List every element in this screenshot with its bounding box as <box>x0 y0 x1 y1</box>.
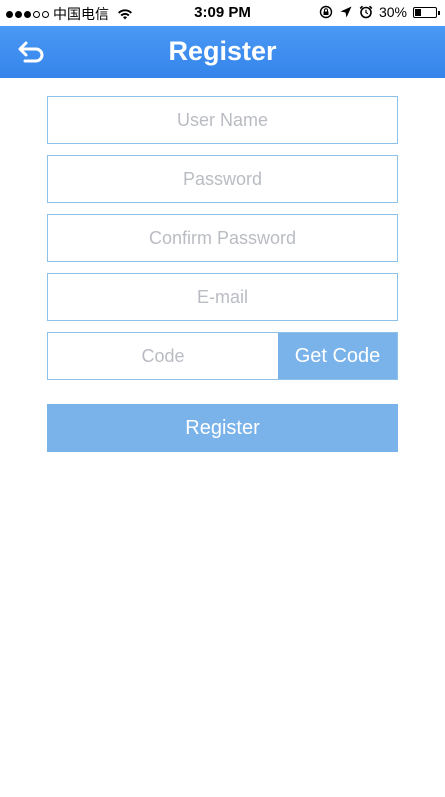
nav-bar: Register <box>0 26 445 78</box>
password-input[interactable] <box>48 155 397 203</box>
status-right: 30% <box>319 4 440 20</box>
rotation-lock-icon <box>319 5 333 19</box>
username-input[interactable] <box>48 96 397 144</box>
username-field-box <box>47 96 398 144</box>
battery-percent: 30% <box>378 4 407 20</box>
register-button[interactable]: Register <box>47 404 398 452</box>
confirm-password-field-box <box>47 214 398 262</box>
email-input[interactable] <box>48 273 397 321</box>
password-field-box <box>47 155 398 203</box>
alarm-icon <box>359 5 373 19</box>
location-arrow-icon <box>340 6 352 18</box>
code-input[interactable] <box>48 332 278 380</box>
battery-icon <box>413 6 440 18</box>
email-field-box <box>47 273 398 321</box>
confirm-password-input[interactable] <box>48 214 397 262</box>
register-form: Get Code Register <box>47 96 398 452</box>
register-screen: 中国电信 3:09 PM 30% Register User Name E-ma… <box>0 0 445 797</box>
page-title: Register <box>168 36 277 66</box>
get-code-button[interactable]: Get Code <box>278 333 397 379</box>
battery-fill <box>415 8 421 16</box>
code-field-box <box>48 332 278 380</box>
code-row: Get Code <box>47 332 398 380</box>
status-bar: 中国电信 3:09 PM 30% <box>0 0 445 26</box>
